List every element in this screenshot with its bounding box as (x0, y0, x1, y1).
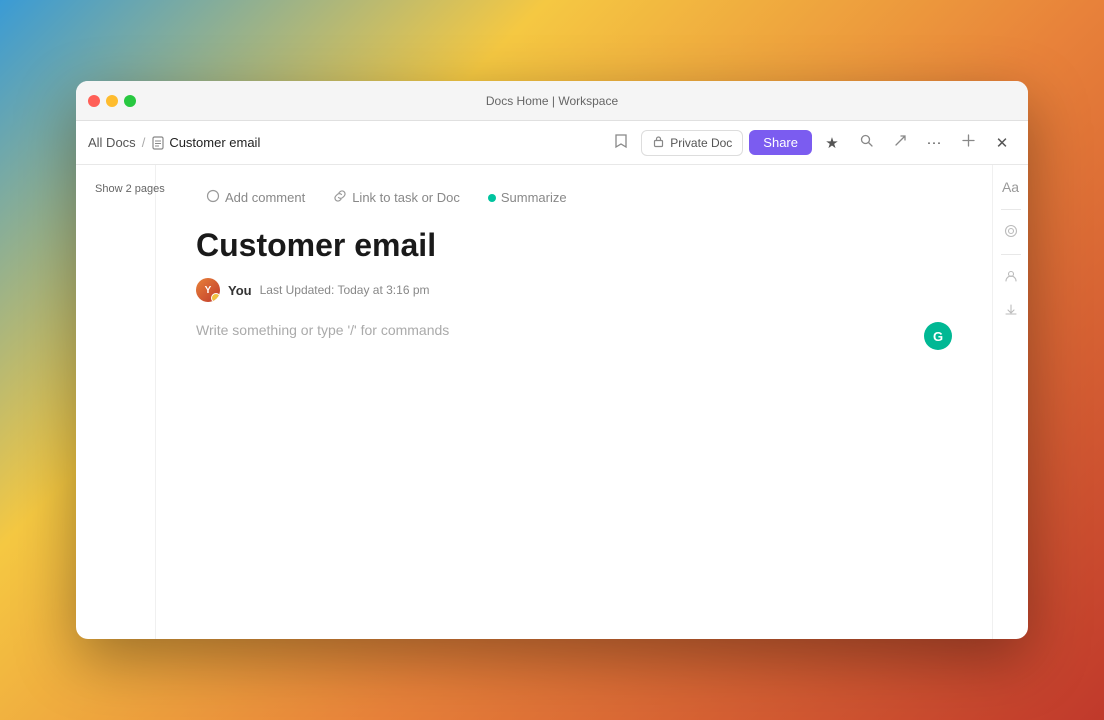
format-text-button[interactable]: Aa (997, 173, 1025, 201)
align-icon (1004, 224, 1018, 241)
show-pages-label: Show 2 pages (95, 183, 165, 195)
search-icon (859, 133, 874, 152)
maximize-button[interactable] (124, 95, 136, 107)
left-sidebar: Show 2 pages (76, 165, 156, 639)
title-bar: Docs Home | Workspace (76, 81, 1028, 121)
last-updated: Last Updated: Today at 3:16 pm (260, 283, 430, 297)
link-task-label: Link to task or Doc (352, 190, 460, 205)
bookmark-icon-button[interactable] (607, 129, 635, 157)
star-icon: ★ (825, 134, 838, 152)
export-button[interactable] (886, 129, 914, 157)
bookmark-icon (613, 133, 629, 153)
more-icon: ··· (927, 134, 942, 151)
share-users-button[interactable] (997, 263, 1025, 291)
doc-area[interactable]: Add comment Link to task or Doc Summariz… (156, 165, 992, 639)
avatar: Y (196, 278, 220, 302)
last-updated-value: Today at 3:16 pm (337, 283, 429, 297)
close-button[interactable] (88, 95, 100, 107)
summarize-dot-icon (488, 194, 496, 202)
download-button[interactable] (997, 297, 1025, 325)
app-window: Docs Home | Workspace All Docs / Custome… (76, 81, 1028, 639)
summarize-button[interactable]: Summarize (482, 186, 573, 209)
doc-meta: Y You Last Updated: Today at 3:16 pm (196, 278, 952, 302)
collapse-icon (961, 133, 976, 152)
export-icon (893, 133, 908, 152)
share-button[interactable]: Share (749, 130, 812, 155)
last-updated-label: Last Updated: (260, 283, 335, 297)
collapse-button[interactable] (954, 129, 982, 157)
doc-icon (151, 136, 165, 150)
breadcrumb-current: Customer email (151, 135, 260, 150)
right-sidebar: Aa (992, 165, 1028, 639)
download-icon (1004, 303, 1018, 320)
breadcrumb-separator: / (142, 135, 146, 150)
breadcrumb-doc-name: Customer email (169, 135, 260, 150)
breadcrumb-all-docs[interactable]: All Docs (88, 135, 136, 150)
more-button[interactable]: ··· (920, 129, 948, 157)
editor-placeholder: Write something or type '/' for commands (196, 322, 449, 338)
lock-icon (652, 135, 665, 151)
link-task-button[interactable]: Link to task or Doc (327, 185, 466, 210)
add-comment-button[interactable]: Add comment (200, 185, 311, 210)
toolbar-actions: Private Doc Share ★ (607, 129, 1016, 157)
traffic-lights (88, 95, 136, 107)
close-toolbar-button[interactable]: ✕ (988, 129, 1016, 157)
doc-floating-toolbar: Add comment Link to task or Doc Summariz… (196, 185, 952, 210)
toolbar: All Docs / Customer email (76, 121, 1028, 165)
comment-icon (206, 189, 220, 206)
link-icon (333, 189, 347, 206)
avatar-badge (211, 293, 220, 302)
breadcrumb: All Docs / Customer email (88, 135, 603, 150)
author-name: You (228, 283, 252, 298)
share-users-icon (1004, 269, 1018, 286)
doc-title: Customer email (196, 226, 952, 264)
show-pages-button[interactable]: Show 2 pages (84, 177, 147, 201)
main-layout: Show 2 pages Add comment (76, 165, 1028, 639)
ai-indicator: G (924, 322, 952, 350)
private-doc-label: Private Doc (670, 136, 732, 150)
star-button[interactable]: ★ (818, 129, 846, 157)
align-button[interactable] (997, 218, 1025, 246)
share-label: Share (763, 135, 798, 150)
right-divider-2 (1001, 254, 1021, 255)
minimize-button[interactable] (106, 95, 118, 107)
summarize-label: Summarize (501, 190, 567, 205)
private-doc-button[interactable]: Private Doc (641, 130, 743, 156)
window-title: Docs Home | Workspace (486, 94, 618, 108)
format-text-icon: Aa (1002, 179, 1019, 195)
doc-editor[interactable]: Write something or type '/' for commands… (196, 322, 952, 622)
search-button[interactable] (852, 129, 880, 157)
right-divider-1 (1001, 209, 1021, 210)
add-comment-label: Add comment (225, 190, 305, 205)
close-icon: ✕ (996, 134, 1009, 152)
